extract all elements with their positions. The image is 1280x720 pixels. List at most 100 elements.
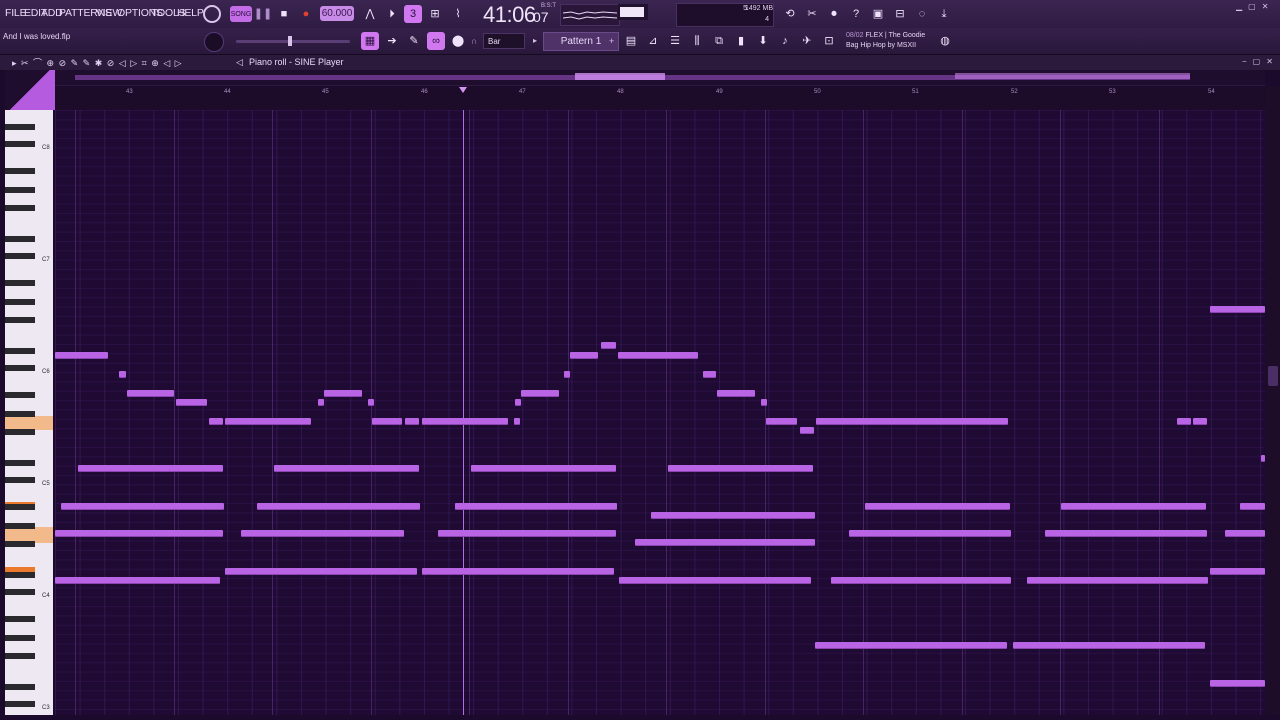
note-block[interactable] [1210,680,1265,687]
note-block[interactable] [422,568,614,575]
pause-icon[interactable]: ❚❚ [254,5,272,23]
piano-roll-tools[interactable]: ▸ ✂ ⌒ ⊕ ⊘ ✎ ✎ ✱ ⊘ ◁ ▷ ⌗ ⊕ ◁ ▷ [12,56,183,69]
piano-keyboard[interactable]: C8 C7 C6 C5 C4 C3 [5,110,53,715]
note-block[interactable] [651,512,815,519]
slider-thumb[interactable] [288,36,292,46]
note-block[interactable] [318,399,324,406]
note-block[interactable] [635,539,815,546]
note-block[interactable] [372,418,402,425]
black-key[interactable] [5,392,35,398]
note-overview-strip[interactable] [55,70,1265,86]
note-block[interactable] [766,418,797,425]
note-block[interactable] [55,352,108,359]
black-key[interactable] [5,299,35,305]
note-block[interactable] [816,418,1008,425]
note-block[interactable] [324,390,362,397]
black-key[interactable] [5,411,35,417]
black-key[interactable] [5,365,35,371]
black-key[interactable] [5,124,35,130]
note-block[interactable] [831,577,1011,584]
note-block[interactable] [1013,642,1205,649]
snap-select[interactable]: Bar [483,33,525,49]
restore-icon[interactable]: ▢ [1248,2,1262,11]
note-block[interactable] [209,418,223,425]
master-pitch-slider[interactable] [236,36,350,46]
black-key[interactable] [5,684,35,690]
note-block[interactable] [619,577,811,584]
vertical-scrollbar[interactable] [1266,86,1280,715]
globe-icon[interactable]: ◍ [936,32,954,50]
song-mode-toggle[interactable]: SONG [230,6,252,22]
black-key[interactable] [5,635,35,641]
note-block[interactable] [1210,568,1265,575]
download-icon[interactable]: ⤓ [935,5,953,23]
note-block[interactable] [520,465,571,472]
stop-icon[interactable]: ■ [275,5,293,23]
save-icon[interactable]: ▣ [869,5,887,23]
link-icon[interactable]: ∞ [427,32,445,50]
note-block[interactable] [761,399,767,406]
note-block[interactable] [1225,530,1265,537]
note-block[interactable] [1177,418,1191,425]
black-key[interactable] [5,477,35,483]
black-key[interactable] [5,141,35,147]
note-block[interactable] [1061,503,1206,510]
note-block[interactable] [438,530,616,537]
note-block[interactable] [1027,577,1207,584]
scrollbar-thumb[interactable] [1268,366,1278,386]
note-block[interactable] [849,530,1011,537]
note-block[interactable] [126,465,170,472]
note-block[interactable] [405,418,419,425]
note-block[interactable] [1240,503,1265,510]
note-block[interactable] [1045,530,1207,537]
note-block[interactable] [61,503,224,510]
note-block[interactable] [225,568,417,575]
playhead-marker-icon[interactable] [459,87,467,93]
note-block[interactable] [564,371,570,378]
note-block[interactable] [176,399,207,406]
pr-minimize-icon[interactable]: − [1242,57,1253,66]
note-block[interactable] [668,465,813,472]
black-key[interactable] [5,280,35,286]
note-block[interactable] [618,352,698,359]
black-key[interactable] [5,523,35,529]
black-key[interactable] [5,504,35,510]
note-block[interactable] [515,399,521,406]
black-key[interactable] [5,253,35,259]
record-icon[interactable]: ● [297,5,315,23]
wait-for-input-icon[interactable]: ⏵ [383,5,401,23]
note-grid[interactable] [55,110,1265,715]
note-block[interactable] [241,530,404,537]
channel-rack-icon[interactable]: ▤ [622,32,640,50]
note-block[interactable] [703,371,716,378]
undo-icon[interactable]: ⟲ [781,5,799,23]
note-block[interactable] [55,577,220,584]
timeline-ruler[interactable]: 43 44 45 46 47 48 49 50 51 52 53 54 [55,86,1265,111]
news-panel[interactable]: 08/02 FLEX | The Goodie Bag Hip Hop by M… [846,31,925,51]
note-block[interactable] [521,390,559,397]
pr-close-icon[interactable]: ✕ [1266,57,1279,66]
pattern-selector[interactable]: Pattern 1 [543,32,619,51]
blend-notes-icon[interactable]: ⌇ [449,5,467,23]
playlist-icon[interactable]: ▦ [361,32,379,50]
black-key[interactable] [5,653,35,659]
stamp-icon[interactable]: ⬤ [449,32,467,50]
note-block[interactable] [455,503,617,510]
note-block[interactable] [55,530,223,537]
note-block[interactable] [1193,418,1207,425]
metronome-knob-icon[interactable] [203,5,221,23]
note-block[interactable] [514,418,520,425]
plugin-icon[interactable]: ⧉ [710,32,728,50]
close-icon[interactable]: ✕ [1262,2,1275,11]
black-key[interactable] [5,205,35,211]
pr-restore-icon[interactable]: ▢ [1253,57,1267,66]
pattern-add-icon[interactable]: + [609,36,614,46]
piano-roll-icon[interactable]: ⊿ [644,32,662,50]
help-icon[interactable]: ? [847,5,865,23]
step-edit-icon[interactable]: ⊞ [426,5,444,23]
note-block[interactable] [119,371,126,378]
note-block[interactable] [372,465,419,472]
master-volume-knob[interactable] [204,32,224,52]
note-block[interactable] [570,352,598,359]
note-block[interactable] [800,427,814,434]
